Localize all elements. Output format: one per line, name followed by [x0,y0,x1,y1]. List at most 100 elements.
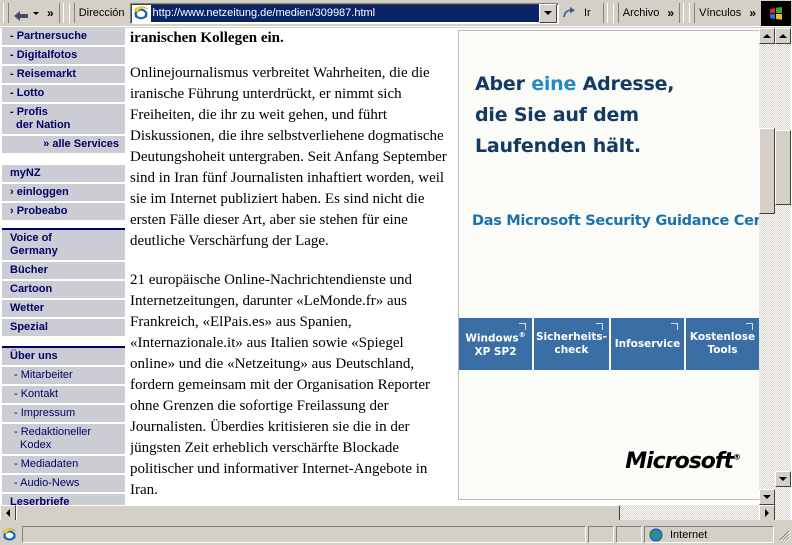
sidebar-item-redaktioneller-kodex-line2[interactable]: Kodex [2,439,125,456]
sidebar-item-label: - Reisemarkt [10,68,77,80]
corner-bracket-icon [670,323,678,330]
address-bar[interactable]: http://www.netzeitung.de/medien/309987.h… [129,2,559,24]
sidebar-item-label: Voice of [10,232,52,244]
resize-grip[interactable] [777,528,791,542]
sidebar-item-voice-of-germany[interactable]: Voice of [2,230,125,245]
sidebar-item-label: Germany [10,245,58,257]
sidebar-item-audio-news[interactable]: - Audio-News [2,475,125,494]
sidebar-item-probeabo[interactable]: › Probeabo [2,203,125,222]
ad-headline-highlight: eine [531,73,577,95]
sidebar-item-ueber-uns[interactable]: Über uns [2,348,125,367]
internet-explorer-icon [133,5,149,21]
file-menu-button[interactable]: Archivo [619,7,664,19]
scrollbar-track[interactable] [759,28,775,505]
corner-bracket-icon [519,323,526,330]
frame-vertical-scrollbar[interactable] [759,28,775,505]
scroll-left-button[interactable] [0,505,16,520]
sidebar-item-mynz[interactable]: myNZ [2,165,125,184]
ad-tile-row: Windows® XP SP2 Sicherheits-check Infoser… [459,318,759,370]
article-headline-fragment: iranischen Kollegen ein. [130,30,284,46]
article-body: iranischen Kollegen ein. Onlinejournalis… [130,28,452,505]
ad-tile-infoservice[interactable]: Infoservice [610,318,686,370]
scroll-up-button[interactable] [759,28,775,44]
security-zone-label: Internet [670,528,708,541]
sidebar-item-buecher[interactable]: Bücher [2,262,125,281]
scroll-up-button[interactable] [775,28,791,44]
scroll-down-button[interactable] [775,471,791,487]
security-zone-panel[interactable]: Internet [644,526,774,543]
advertisement-banner[interactable]: Aber eine Adresse, die Sie auf dem Laufe… [458,30,760,500]
windows-logo-animation[interactable] [761,0,791,26]
toolbar-separator-1 [58,3,64,23]
browser-toolbar: » Dirección http://www.netzeitung.de/med… [0,0,792,27]
sidebar-item-kontakt[interactable]: - Kontakt [2,386,125,405]
sidebar-item-label: › Probeabo [10,205,68,217]
sidebar-item-wetter[interactable]: Wetter [2,300,125,319]
address-input[interactable]: http://www.netzeitung.de/medien/309987.h… [150,4,539,22]
scrollbar-track[interactable] [775,28,791,520]
sidebar-item-digitalfotos[interactable]: - Digitalfotos [2,47,125,66]
ad-tile-windows-xp-sp2[interactable]: Windows® XP SP2 [459,318,534,370]
page-horizontal-scrollbar[interactable] [0,505,775,520]
sidebar-item-profis[interactable]: - Profis [2,104,125,119]
go-button[interactable]: Ir [560,6,601,21]
ad-headline-line-1: Aber eine Adresse, [475,69,750,100]
scroll-right-button[interactable] [759,505,775,520]
scrollbar-thumb[interactable] [16,505,620,520]
triangle-up-icon [779,34,787,38]
ad-tile-label: Windows® XP SP2 [465,329,525,359]
article-paragraph: Onlinejournalismus verbreitet Wahrheiten… [130,65,447,249]
ad-tile-line1: Kostenlose [689,331,756,343]
links-overflow-button[interactable]: » [745,7,759,19]
globe-icon [649,528,663,542]
scrollbar-thumb[interactable] [759,128,775,214]
status-message-panel [22,526,586,543]
file-menu-label: Archivo [622,7,660,19]
sidebar-item-einloggen[interactable]: › einloggen [2,184,125,203]
triangle-left-icon [6,509,10,517]
sidebar-item-profis-line2[interactable]: der Nation [2,119,125,136]
links-bar-button[interactable]: Vínculos [695,7,745,19]
sidebar-item-spezial[interactable]: Spezial [2,319,125,338]
toolbar-overflow-button[interactable]: » [43,7,57,19]
sidebar-item-label: Spezial [10,321,48,333]
sidebar-item-lotto[interactable]: - Lotto [2,85,125,104]
ad-tile-line2: Tools [707,344,738,356]
address-label-text: Dirección [78,7,125,19]
sidebar-item-partnersuche[interactable]: - Partnersuche [2,28,125,47]
ad-tile-line1: Windows [465,332,519,345]
sidebar-item-voice-of-germany-line2[interactable]: Germany [2,245,125,262]
links-label: Vínculos [699,7,742,19]
ad-headline-text-a: Aber [475,73,532,95]
ad-tile-sicherheitscheck[interactable]: Sicherheits-check [534,318,611,370]
scroll-down-button[interactable] [759,489,775,505]
sidebar-item-alle-services[interactable]: » alle Services [2,136,125,155]
sidebar-item-label: - Partnersuche [10,30,88,42]
file-menu-overflow[interactable]: » [663,7,677,19]
status-bar: Internet [0,524,792,545]
corner-bracket-icon [595,323,603,330]
triangle-up-icon [763,34,771,38]
scrollbar-thumb[interactable] [775,130,791,205]
address-dropdown-button[interactable] [539,3,557,23]
sidebar-gap-3 [2,338,125,346]
ad-tile-kostenlose-tools[interactable]: Kostenlose Tools [685,318,759,370]
sidebar-item-redaktioneller-kodex[interactable]: - Redaktioneller [2,424,125,439]
sidebar-item-label: - Profis [10,106,48,118]
status-panel-extra-2 [616,526,642,543]
sidebar-item-mitarbeiter[interactable]: - Mitarbeiter [2,367,125,386]
browser-window: » Dirección http://www.netzeitung.de/med… [0,0,792,545]
sidebar-item-impressum[interactable]: - Impressum [2,405,125,424]
sidebar-item-reisemarkt[interactable]: - Reisemarkt [2,66,125,85]
sidebar-item-label: - Kontakt [14,388,59,400]
sidebar-item-label: - Mediadaten [14,458,79,470]
sidebar-group-services: - Partnersuche - Digitalfotos - Reisemar… [2,28,125,155]
page-vertical-scrollbar[interactable] [775,28,791,520]
ad-tagline: Das Microsoft Security Guidance Center [472,213,760,229]
sidebar-item-mediadaten[interactable]: - Mediadaten [2,456,125,475]
sidebar-item-cartoon[interactable]: Cartoon [2,281,125,300]
toolbar-separator-2 [602,3,608,23]
sidebar-item-label: › einloggen [10,186,69,198]
sidebar-item-leserbriefe[interactable]: Leserbriefe [2,494,125,505]
back-button[interactable] [9,2,43,24]
